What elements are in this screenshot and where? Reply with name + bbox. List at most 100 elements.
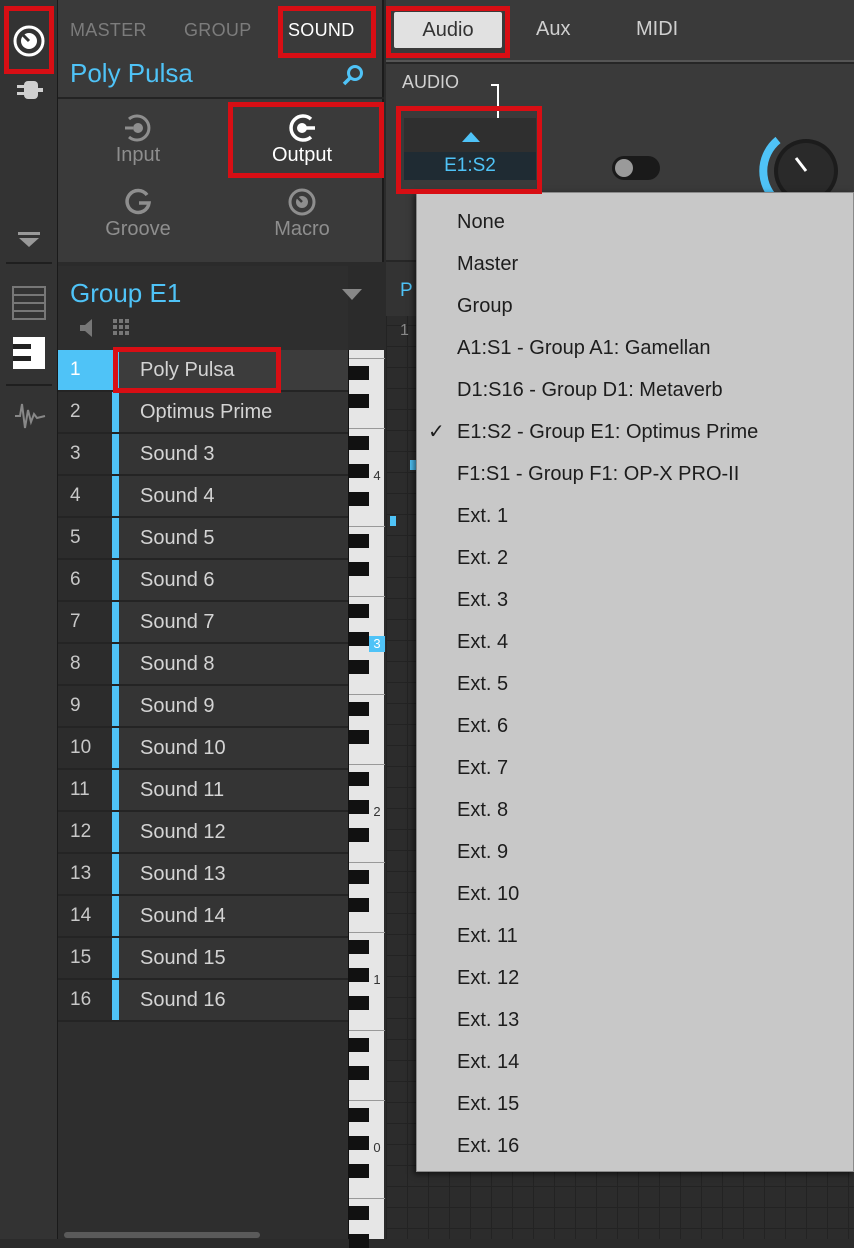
key-divider <box>349 1198 385 1199</box>
sound-slot-14[interactable]: 14 Sound 14 <box>58 896 348 938</box>
black-key[interactable] <box>349 562 369 576</box>
tab-master[interactable]: MASTER <box>70 20 147 41</box>
black-key[interactable] <box>349 1038 369 1052</box>
sound-slot-11[interactable]: 11 Sound 11 <box>58 770 348 812</box>
black-key[interactable] <box>349 996 369 1010</box>
black-key[interactable] <box>349 436 369 450</box>
dropdown-option[interactable]: Ext. 8 <box>417 789 854 831</box>
sound-slot-16[interactable]: 16 Sound 16 <box>58 980 348 1022</box>
sound-slot-10[interactable]: 10 Sound 10 <box>58 728 348 770</box>
dropdown-option[interactable]: Ext. 11 <box>417 915 854 957</box>
black-key[interactable] <box>349 632 369 646</box>
sound-slot-5[interactable]: 5 Sound 5 <box>58 518 348 560</box>
dropdown-option-label: Ext. 12 <box>457 967 520 989</box>
black-key[interactable] <box>349 604 369 618</box>
dropdown-option-label: Ext. 9 <box>457 841 509 863</box>
dropdown-option[interactable]: A1:S1 - Group A1: Gamellan <box>417 327 854 369</box>
dropdown-option[interactable]: Ext. 3 <box>417 579 854 621</box>
sound-slot-9[interactable]: 9 Sound 9 <box>58 686 348 728</box>
black-key[interactable] <box>349 772 369 786</box>
sound-slot-2[interactable]: 2 Optimus Prime <box>58 392 348 434</box>
black-key[interactable] <box>349 702 369 716</box>
page-macro-button[interactable]: Macro <box>232 188 372 241</box>
dropdown-option[interactable]: Group <box>417 285 854 327</box>
dropdown-option[interactable]: ✓ E1:S2 - Group E1: Optimus Prime <box>417 411 854 453</box>
dropdown-option[interactable]: Ext. 13 <box>417 999 854 1041</box>
dropdown-option[interactable]: Master <box>417 243 854 285</box>
dropdown-option[interactable]: Ext. 2 <box>417 537 854 579</box>
dropdown-option-label: Ext. 14 <box>457 1051 520 1073</box>
keyboard-view-icon[interactable] <box>12 336 46 370</box>
sound-slot-8[interactable]: 8 Sound 8 <box>58 644 348 686</box>
dropdown-option[interactable]: Ext. 4 <box>417 621 854 663</box>
tab-group[interactable]: GROUP <box>184 20 252 41</box>
dropdown-option[interactable]: Ext. 9 <box>417 831 854 873</box>
piano-keyboard[interactable]: 4 3 2 1 0 <box>348 350 385 1248</box>
sound-name-title[interactable]: Poly Pulsa <box>70 58 193 89</box>
black-key[interactable] <box>349 800 369 814</box>
black-key[interactable] <box>349 492 369 506</box>
dropdown-option[interactable]: Ext. 7 <box>417 747 854 789</box>
black-key[interactable] <box>349 464 369 478</box>
sound-slot-6[interactable]: 6 Sound 6 <box>58 560 348 602</box>
black-key[interactable] <box>349 1234 369 1248</box>
plug-icon[interactable] <box>16 78 44 102</box>
key-divider <box>349 694 385 695</box>
dropdown-option[interactable]: Ext. 6 <box>417 705 854 747</box>
horizontal-scrollbar[interactable] <box>64 1232 260 1238</box>
black-key[interactable] <box>349 898 369 912</box>
pad-grid-icon[interactable] <box>112 318 134 338</box>
bar-number: 1 <box>400 322 409 339</box>
black-key[interactable] <box>349 366 369 380</box>
black-key[interactable] <box>349 828 369 842</box>
tab-midi[interactable]: MIDI <box>636 18 678 41</box>
toggle-switch[interactable] <box>612 156 660 180</box>
list-view-icon[interactable] <box>12 286 46 320</box>
black-key[interactable] <box>349 394 369 408</box>
dropdown-option[interactable]: F1:S1 - Group F1: OP-X PRO-II <box>417 453 854 495</box>
speaker-icon[interactable] <box>78 318 96 338</box>
strip-divider <box>6 384 52 386</box>
search-icon[interactable] <box>342 64 364 86</box>
slot-name: Sound 11 <box>140 779 225 801</box>
dropdown-option[interactable]: Ext. 15 <box>417 1083 854 1125</box>
sound-slot-3[interactable]: 3 Sound 3 <box>58 434 348 476</box>
black-key[interactable] <box>349 730 369 744</box>
note-event[interactable] <box>390 516 396 526</box>
black-key[interactable] <box>349 1164 369 1178</box>
black-key[interactable] <box>349 534 369 548</box>
dropdown-option[interactable]: Ext. 14 <box>417 1041 854 1083</box>
group-menu-arrow-icon[interactable] <box>342 288 362 300</box>
slot-name: Sound 10 <box>140 737 226 759</box>
octave-label: 4 <box>373 468 381 483</box>
dropdown-option[interactable]: Ext. 1 <box>417 495 854 537</box>
dropdown-option[interactable]: D1:S16 - Group D1: Metaverb <box>417 369 854 411</box>
sound-slot-7[interactable]: 7 Sound 7 <box>58 602 348 644</box>
dropdown-option[interactable]: Ext. 12 <box>417 957 854 999</box>
waveform-view-icon[interactable] <box>14 402 46 430</box>
black-key[interactable] <box>349 660 369 674</box>
black-key[interactable] <box>349 1206 369 1220</box>
sound-slot-15[interactable]: 15 Sound 15 <box>58 938 348 980</box>
black-key[interactable] <box>349 870 369 884</box>
black-key[interactable] <box>349 1136 369 1150</box>
black-key[interactable] <box>349 1108 369 1122</box>
slot-color-bar <box>112 602 119 642</box>
dropdown-option[interactable]: None <box>417 201 854 243</box>
dropdown-option[interactable]: Ext. 5 <box>417 663 854 705</box>
black-key[interactable] <box>349 1066 369 1080</box>
collapse-arrow-icon[interactable] <box>17 232 41 248</box>
page-groove-button[interactable]: Groove <box>68 188 208 241</box>
sound-slot-13[interactable]: 13 Sound 13 <box>58 854 348 896</box>
sound-slot-4[interactable]: 4 Sound 4 <box>58 476 348 518</box>
octave-label: 1 <box>373 972 381 987</box>
dropdown-option[interactable]: Ext. 16 <box>417 1125 854 1167</box>
black-key[interactable] <box>349 940 369 954</box>
page-input-button[interactable]: Input <box>68 114 208 167</box>
page-macro-label: Macro <box>274 218 330 240</box>
black-key[interactable] <box>349 968 369 982</box>
dropdown-option[interactable]: Ext. 10 <box>417 873 854 915</box>
sound-slot-12[interactable]: 12 Sound 12 <box>58 812 348 854</box>
tab-aux[interactable]: Aux <box>536 18 570 41</box>
group-title[interactable]: Group E1 <box>70 278 181 309</box>
